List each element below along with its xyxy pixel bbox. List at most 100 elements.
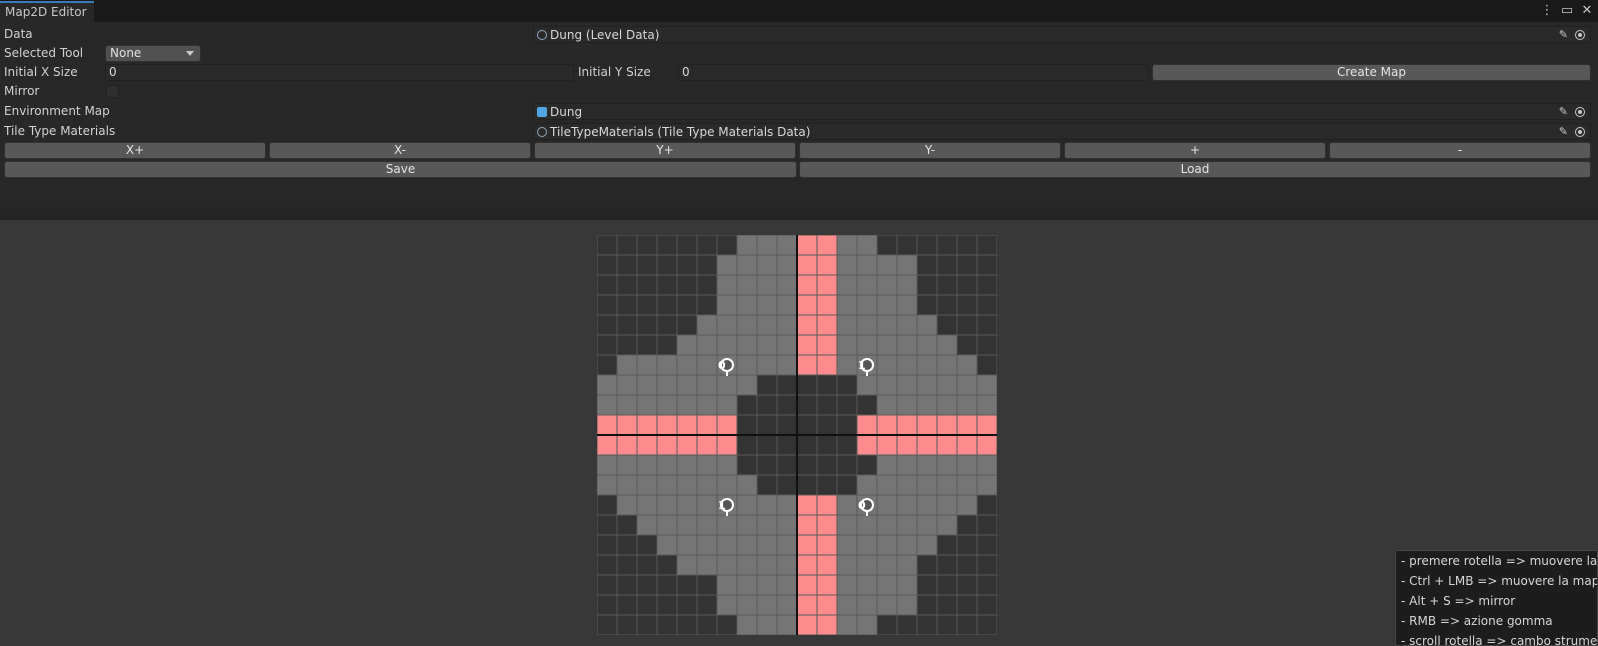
map-tile[interactable]: [936, 434, 958, 456]
map-tile[interactable]: [976, 614, 997, 635]
map-tile[interactable]: [836, 494, 858, 516]
map-tile[interactable]: [736, 414, 758, 436]
map-tile[interactable]: [916, 334, 938, 356]
map-tile[interactable]: [796, 374, 818, 396]
map-tile[interactable]: [597, 474, 618, 496]
map-tile[interactable]: [597, 354, 618, 376]
more-vertical-icon[interactable]: ⋮: [1540, 2, 1554, 20]
map-tile[interactable]: [636, 594, 658, 616]
map-tile[interactable]: [776, 614, 798, 635]
map-tile[interactable]: [836, 374, 858, 396]
map-tile[interactable]: [896, 474, 918, 496]
map-tile[interactable]: [976, 494, 997, 516]
map-tile[interactable]: [816, 614, 838, 635]
map-tile[interactable]: [856, 434, 878, 456]
map-tile[interactable]: [676, 334, 698, 356]
map-tile[interactable]: [776, 514, 798, 536]
edit-pencil-icon[interactable]: ✎: [1559, 124, 1568, 140]
map-tile[interactable]: [716, 274, 738, 296]
map-tile[interactable]: [956, 614, 978, 635]
map-tile[interactable]: [856, 474, 878, 496]
map-tile[interactable]: [676, 434, 698, 456]
map-tile[interactable]: [736, 235, 758, 256]
map-tile[interactable]: [876, 235, 898, 256]
map-tile[interactable]: [696, 414, 718, 436]
map-tile[interactable]: [756, 354, 778, 376]
map-tile[interactable]: [916, 374, 938, 396]
map-tile[interactable]: [776, 414, 798, 436]
map-tile[interactable]: [616, 254, 638, 276]
map-tile[interactable]: [976, 254, 997, 276]
map-tile[interactable]: [876, 594, 898, 616]
map-tile[interactable]: [676, 274, 698, 296]
map-tile[interactable]: [676, 514, 698, 536]
map-tile[interactable]: [836, 414, 858, 436]
map-tile[interactable]: [956, 334, 978, 356]
map-tile[interactable]: [796, 454, 818, 476]
map-tile[interactable]: [616, 314, 638, 336]
map-tile[interactable]: [876, 574, 898, 596]
map-tile[interactable]: [776, 294, 798, 316]
map-tile[interactable]: [696, 374, 718, 396]
map-tile[interactable]: [636, 454, 658, 476]
map-tile[interactable]: [956, 294, 978, 316]
map-tile[interactable]: [876, 514, 898, 536]
map-tile[interactable]: [656, 474, 678, 496]
map-tile[interactable]: [876, 494, 898, 516]
map-tile[interactable]: [716, 554, 738, 576]
map-tile[interactable]: [896, 254, 918, 276]
map-tile[interactable]: [756, 394, 778, 416]
map-tile[interactable]: [656, 594, 678, 616]
map-tile[interactable]: [936, 314, 958, 336]
map-tile[interactable]: [896, 294, 918, 316]
map-tile[interactable]: [896, 534, 918, 556]
x-minus-button[interactable]: X-: [269, 142, 531, 159]
map-tile[interactable]: [916, 254, 938, 276]
map-tile[interactable]: [656, 354, 678, 376]
map-tile[interactable]: [756, 414, 778, 436]
map-tile[interactable]: [597, 574, 618, 596]
map-tile[interactable]: [656, 374, 678, 396]
map-tile[interactable]: [876, 254, 898, 276]
map-tile[interactable]: [936, 235, 958, 256]
plus-button[interactable]: +: [1064, 142, 1326, 159]
map-tile[interactable]: [916, 354, 938, 376]
map-tile[interactable]: [816, 494, 838, 516]
map-tile[interactable]: [736, 454, 758, 476]
map-tile[interactable]: [756, 314, 778, 336]
map-tile[interactable]: [636, 534, 658, 556]
map-tile[interactable]: [636, 514, 658, 536]
map-tile[interactable]: [876, 294, 898, 316]
map-tile[interactable]: [916, 594, 938, 616]
map-tile[interactable]: [716, 534, 738, 556]
map-tile[interactable]: [776, 354, 798, 376]
map-tile[interactable]: [816, 594, 838, 616]
map-tile[interactable]: [956, 414, 978, 436]
map-tile[interactable]: [896, 235, 918, 256]
map-tile[interactable]: [756, 574, 778, 596]
map-tile[interactable]: [816, 454, 838, 476]
map-tile[interactable]: [597, 594, 618, 616]
map-tile[interactable]: [616, 294, 638, 316]
map-tile[interactable]: [736, 554, 758, 576]
map-tile[interactable]: [796, 394, 818, 416]
map-tile[interactable]: [916, 454, 938, 476]
map-tile[interactable]: [696, 494, 718, 516]
map-tile[interactable]: [836, 354, 858, 376]
map-tile[interactable]: [756, 235, 778, 256]
map-tile[interactable]: [936, 514, 958, 536]
map-tile[interactable]: [796, 554, 818, 576]
map-tile[interactable]: [756, 374, 778, 396]
map-tile[interactable]: [816, 254, 838, 276]
map-tile[interactable]: [856, 374, 878, 396]
map-tile[interactable]: [696, 474, 718, 496]
map-tile[interactable]: [856, 235, 878, 256]
map-tile[interactable]: [876, 614, 898, 635]
map-tile[interactable]: [776, 494, 798, 516]
map-tile[interactable]: [716, 514, 738, 536]
map-tile[interactable]: [756, 334, 778, 356]
map-tile[interactable]: [896, 274, 918, 296]
map-tile[interactable]: [876, 394, 898, 416]
map-tile[interactable]: [756, 474, 778, 496]
map-tile[interactable]: [776, 374, 798, 396]
